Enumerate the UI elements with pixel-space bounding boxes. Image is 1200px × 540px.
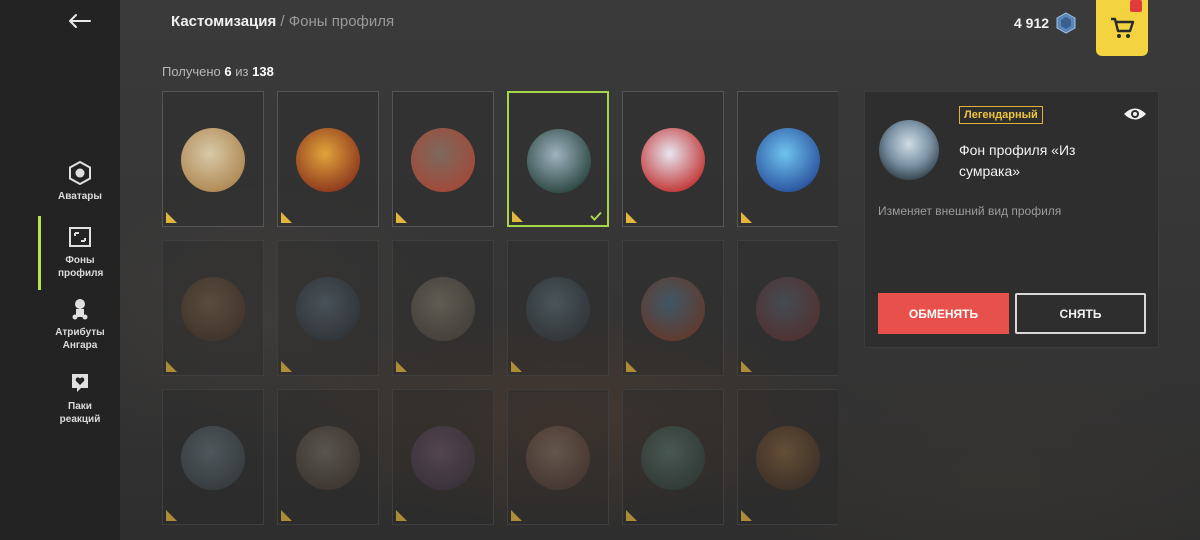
background-card[interactable] — [277, 389, 379, 525]
counter-middle: из — [235, 64, 249, 79]
collection-counter: Получено 6 из 138 — [162, 64, 274, 79]
background-thumbnail — [181, 128, 245, 192]
legendary-corner-icon — [166, 361, 177, 372]
legendary-corner-icon — [281, 361, 292, 372]
selected-background-thumbnail — [879, 120, 939, 180]
arrow-left-icon — [69, 14, 91, 28]
sidebar-item-avatars[interactable]: Аватары — [40, 160, 120, 203]
legendary-corner-icon — [511, 510, 522, 521]
breadcrumb-section[interactable]: Кастомизация — [171, 13, 276, 30]
checkmark-icon — [590, 211, 602, 221]
legendary-corner-icon — [626, 361, 637, 372]
background-card[interactable] — [507, 240, 609, 376]
frame-icon — [67, 224, 93, 250]
counter-prefix: Получено — [162, 64, 221, 79]
background-card[interactable] — [622, 389, 724, 525]
hangar-attributes-icon — [67, 296, 93, 322]
sidebar-item-label: Фоны профиля — [58, 255, 104, 279]
legendary-corner-icon — [396, 361, 407, 372]
backgrounds-grid — [162, 91, 838, 540]
background-thumbnail — [411, 128, 475, 192]
background-thumbnail — [526, 426, 590, 490]
background-card[interactable] — [277, 240, 379, 376]
background-thumbnail — [641, 426, 705, 490]
background-thumbnail — [411, 426, 475, 490]
background-thumbnail — [756, 128, 820, 192]
legendary-corner-icon — [396, 212, 407, 223]
background-card[interactable] — [392, 91, 494, 227]
currency-balance[interactable]: 4 912 — [1014, 12, 1077, 34]
background-thumbnail — [756, 426, 820, 490]
sidebar-item-label: Атрибуты Ангара — [55, 327, 105, 351]
background-description: Изменяет внешний вид профиля — [878, 204, 1062, 218]
legendary-corner-icon — [741, 510, 752, 521]
background-thumbnail — [296, 277, 360, 341]
sidebar-item-profile-backgrounds[interactable]: Фоны профиля — [38, 216, 120, 290]
rarity-badge: Легендарный — [959, 106, 1043, 124]
detail-panel: Легендарный Фон профиля «Из сумрака» Изм… — [864, 91, 1159, 348]
background-thumbnail — [641, 128, 705, 192]
reaction-heart-icon — [67, 370, 93, 396]
breadcrumb: Кастомизация / Фоны профиля — [171, 13, 394, 30]
sidebar: Аватары Фоны профиля Атрибуты Ангара Пак… — [0, 0, 120, 540]
gold-crystal-icon — [1056, 12, 1076, 34]
background-card[interactable] — [737, 240, 838, 376]
legendary-corner-icon — [166, 212, 177, 223]
background-thumbnail — [527, 129, 591, 193]
sidebar-item-label: Аватары — [58, 191, 102, 202]
page-title: Фоны профиля — [288, 13, 395, 30]
background-thumbnail — [526, 277, 590, 341]
background-title: Фон профиля «Из сумрака» — [959, 142, 1076, 179]
legendary-corner-icon — [626, 510, 637, 521]
counter-owned: 6 — [224, 64, 232, 79]
background-thumbnail — [181, 426, 245, 490]
sidebar-item-hangar-attributes[interactable]: Атрибуты Ангара — [40, 296, 120, 352]
background-card[interactable] — [737, 389, 838, 525]
background-card[interactable] — [622, 91, 724, 227]
background-card[interactable] — [392, 240, 494, 376]
sidebar-item-reaction-packs[interactable]: Паки реакций — [40, 370, 120, 426]
legendary-corner-icon — [741, 212, 752, 223]
back-button[interactable] — [62, 6, 96, 36]
exchange-button[interactable]: ОБМЕНЯТЬ — [878, 293, 1009, 334]
background-thumbnail — [296, 128, 360, 192]
background-card[interactable] — [622, 240, 724, 376]
counter-total: 138 — [252, 64, 274, 79]
legendary-corner-icon — [166, 510, 177, 521]
legendary-corner-icon — [512, 211, 523, 222]
breadcrumb-separator: / — [280, 13, 285, 30]
avatar-icon — [67, 160, 93, 186]
background-card[interactable] — [507, 91, 609, 227]
background-card[interactable] — [162, 240, 264, 376]
legendary-corner-icon — [741, 361, 752, 372]
legendary-corner-icon — [281, 510, 292, 521]
currency-amount: 4 912 — [1014, 15, 1050, 31]
background-thumbnail — [756, 277, 820, 341]
background-card[interactable] — [162, 91, 264, 227]
cart-icon — [1111, 17, 1135, 38]
background-card[interactable] — [392, 389, 494, 525]
background-card[interactable] — [507, 389, 609, 525]
background-thumbnail — [296, 426, 360, 490]
legendary-corner-icon — [281, 212, 292, 223]
background-thumbnail — [411, 277, 475, 341]
background-card[interactable] — [277, 91, 379, 227]
legendary-corner-icon — [626, 212, 637, 223]
gift-badge-icon — [1130, 0, 1142, 12]
preview-button[interactable] — [1123, 106, 1149, 124]
shop-button[interactable] — [1096, 0, 1148, 56]
background-card[interactable] — [162, 389, 264, 525]
background-card[interactable] — [737, 91, 838, 227]
legendary-corner-icon — [396, 510, 407, 521]
sidebar-item-label: Паки реакций — [59, 401, 101, 425]
background-thumbnail — [641, 277, 705, 341]
legendary-corner-icon — [511, 361, 522, 372]
remove-button[interactable]: СНЯТЬ — [1015, 293, 1146, 334]
background-thumbnail — [181, 277, 245, 341]
eye-preview-icon — [1124, 108, 1146, 120]
